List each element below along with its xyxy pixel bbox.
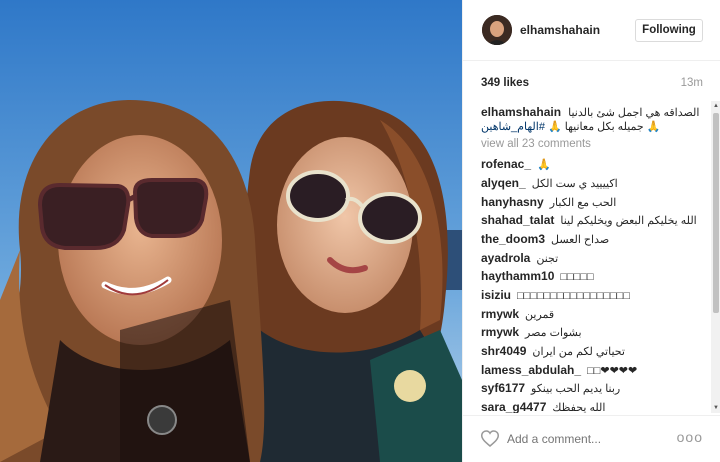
post-photo[interactable] — [0, 0, 462, 462]
scroll-down-icon[interactable]: ▼ — [713, 405, 719, 411]
comment-text: قمرين — [525, 309, 555, 321]
comment-username[interactable]: syf6177 — [481, 381, 525, 395]
comment-text: بشوات مصر — [525, 327, 582, 339]
header-username[interactable]: elhamshahain — [520, 23, 600, 37]
comment-username[interactable]: alyqen_ — [481, 176, 526, 190]
comment-item: syf6177 ربنا يديم الحب بينكو — [481, 381, 620, 395]
likes-count[interactable]: 349 likes — [481, 77, 529, 89]
comment-text: □□□□□□□□□□□□□□□□□ — [517, 290, 630, 302]
comment-username[interactable]: hanyhasny — [481, 195, 544, 209]
comment-text: 🙏 — [537, 159, 551, 171]
more-options-icon[interactable]: ooo — [677, 429, 703, 445]
comment-item: lamess_abdulah_ □□❤❤❤❤ — [481, 363, 637, 377]
comment-username[interactable]: shahad_talat — [481, 213, 554, 227]
comment-item: rofenac_ 🙏 — [481, 157, 551, 171]
scroll-up-icon[interactable]: ▲ — [713, 103, 719, 109]
comment-text: صداح العسل — [551, 234, 610, 246]
comment-username[interactable]: shr4049 — [481, 344, 526, 358]
comment-text: تحياتي لكم من ايران — [532, 346, 625, 358]
comment-username[interactable]: sara_g4477 — [481, 400, 546, 413]
view-all-comments-link[interactable]: view all 23 comments — [481, 138, 591, 150]
comment-item: isiziu □□□□□□□□□□□□□□□□□ — [481, 288, 630, 302]
caption-hashtag[interactable]: #الهام_شاهين — [481, 121, 545, 133]
like-heart-icon[interactable] — [481, 430, 499, 447]
avatar-image — [482, 15, 512, 45]
add-comment-input[interactable] — [507, 431, 667, 447]
caption-text: الصداقه هي اجمل شئ بالدنيا 🙏 جميله بكل م… — [548, 107, 700, 133]
comment-item: sara_g4477 الله يحفظك — [481, 400, 605, 413]
comment-item: hanyhasny الحب مع الكبار — [481, 195, 616, 209]
scrollbar-thumb[interactable] — [713, 113, 719, 313]
comment-username[interactable]: ayadrola — [481, 251, 530, 265]
comment-item: ayadrola تجنن — [481, 251, 558, 265]
comment-username[interactable]: rmywk — [481, 325, 519, 339]
post-footer: ooo — [463, 415, 720, 462]
following-button[interactable]: Following — [635, 19, 703, 42]
caption: elhamshahain الصداقه هي اجمل شئ بالدنيا … — [481, 105, 707, 134]
post-time[interactable]: 13m — [681, 77, 703, 89]
avatar[interactable] — [482, 15, 512, 45]
comment-item: haythamm10 □□□□□ — [481, 269, 594, 283]
comment-item: rmywk قمرين — [481, 307, 554, 321]
comment-text: □□❤❤❤❤ — [587, 365, 638, 377]
post-stats: 349 likes 13m — [463, 61, 720, 99]
post-sidebar: elhamshahain Following 349 likes 13m elh… — [462, 0, 720, 462]
comment-text: الله يحفظك — [552, 402, 606, 413]
comment-username[interactable]: the_doom3 — [481, 232, 545, 246]
comment-text: الله يخليكم البعض ويخليكم لينا — [560, 215, 697, 227]
comment-item: shahad_talat الله يخليكم البعض ويخليكم لي… — [481, 213, 697, 227]
comment-text: اكييييد ي ست الكل — [531, 178, 618, 190]
comments-scrollbar[interactable]: ▲ ▼ — [711, 101, 720, 413]
comment-username[interactable]: isiziu — [481, 288, 511, 302]
instagram-post: elhamshahain Following 349 likes 13m elh… — [0, 0, 720, 462]
post-header: elhamshahain Following — [463, 0, 720, 61]
comments-list[interactable]: elhamshahain الصداقه هي اجمل شئ بالدنيا … — [463, 101, 711, 413]
comment-text: □□□□□ — [560, 271, 594, 283]
caption-username[interactable]: elhamshahain — [481, 105, 561, 119]
comment-username[interactable]: rofenac_ — [481, 157, 531, 171]
comment-username[interactable]: lamess_abdulah_ — [481, 363, 581, 377]
comment-item: shr4049 تحياتي لكم من ايران — [481, 344, 625, 358]
comment-text: تجنن — [536, 253, 559, 265]
comment-text: الحب مع الكبار — [549, 197, 617, 209]
comment-item: the_doom3 صداح العسل — [481, 232, 609, 246]
comment-username[interactable]: haythamm10 — [481, 269, 554, 283]
comment-text: ربنا يديم الحب بينكو — [531, 383, 621, 395]
comment-item: rmywk بشوات مصر — [481, 325, 582, 339]
comment-username[interactable]: rmywk — [481, 307, 519, 321]
comment-item: alyqen_ اكييييد ي ست الكل — [481, 176, 618, 190]
selfie-image — [0, 0, 462, 462]
